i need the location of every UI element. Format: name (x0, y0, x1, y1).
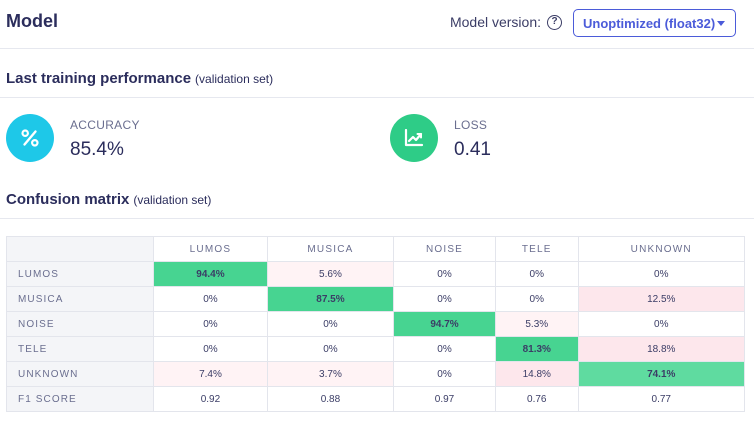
confusion-subtitle: (validation set) (133, 193, 212, 207)
help-icon[interactable]: ? (547, 14, 562, 30)
divider (0, 218, 754, 219)
row-header: MUSICA (6, 286, 154, 312)
f1-score-row: F1 SCORE 0.92 0.88 0.97 0.76 0.77 (6, 386, 745, 412)
divider (0, 48, 754, 49)
matrix-cell: 0% (495, 261, 579, 287)
performance-subtitle: (validation set) (195, 72, 274, 86)
column-header: TELE (495, 236, 579, 262)
table-row: MUSICA 0% 87.5% 0% 0% 12.5% (6, 286, 745, 312)
row-header: UNKNOWN (6, 361, 154, 387)
matrix-cell: 87.5% (266, 286, 394, 312)
matrix-cell: 0% (153, 336, 268, 362)
row-header: TELE (6, 336, 154, 362)
matrix-cell: 74.1% (577, 361, 745, 387)
matrix-cell: 14.8% (495, 361, 579, 387)
matrix-cell: 18.8% (577, 336, 745, 362)
accuracy-metric: ACCURACY 85.4% (6, 114, 140, 162)
column-header: LUMOS (153, 236, 268, 262)
matrix-cell: 0% (392, 261, 497, 287)
accuracy-label: ACCURACY (70, 118, 140, 132)
matrix-cell: 0% (266, 336, 394, 362)
row-header: F1 SCORE (6, 386, 154, 412)
table-row: NOISE 0% 0% 94.7% 5.3% 0% (6, 311, 745, 337)
loss-label: LOSS (454, 118, 488, 132)
matrix-cell: 12.5% (577, 286, 745, 312)
confusion-section-title: Confusion matrix (validation set) (6, 191, 211, 208)
column-header: MUSICA (266, 236, 394, 262)
matrix-cell: 94.4% (153, 261, 268, 287)
table-corner-cell (6, 236, 154, 262)
row-header: NOISE (6, 311, 154, 337)
f1-cell: 0.97 (392, 386, 497, 412)
matrix-cell: 0% (266, 311, 394, 337)
column-header: UNKNOWN (577, 236, 745, 262)
matrix-cell: 5.3% (495, 311, 579, 337)
f1-cell: 0.92 (153, 386, 268, 412)
loss-metric: LOSS 0.41 (390, 114, 491, 162)
model-version-value: Unoptimized (float32) (583, 15, 716, 31)
matrix-cell: 0% (392, 286, 497, 312)
performance-title: Last training performance (6, 70, 192, 87)
trend-chart-icon (390, 114, 438, 162)
matrix-cell: 0% (392, 361, 497, 387)
matrix-cell: 7.4% (153, 361, 268, 387)
matrix-cell: 94.7% (392, 311, 497, 337)
table-header-row: LUMOS MUSICA NOISE TELE UNKNOWN (6, 236, 745, 262)
matrix-cell: 0% (153, 311, 268, 337)
f1-cell: 0.77 (577, 386, 745, 412)
matrix-cell: 0% (392, 336, 497, 362)
row-header: LUMOS (6, 261, 154, 287)
f1-cell: 0.88 (266, 386, 394, 412)
page-header: Model Model version: ? Unoptimized (floa… (0, 0, 754, 48)
matrix-cell: 5.6% (266, 261, 394, 287)
confusion-matrix-table: LUMOS MUSICA NOISE TELE UNKNOWN LUMOS 94… (6, 236, 745, 412)
page-title: Model (6, 11, 58, 31)
column-header: NOISE (392, 236, 497, 262)
divider (0, 97, 754, 98)
table-row: LUMOS 94.4% 5.6% 0% 0% 0% (6, 261, 745, 287)
matrix-cell: 3.7% (266, 361, 394, 387)
matrix-cell: 0% (153, 286, 268, 312)
model-version-label: Model version: (449, 14, 541, 30)
model-version-select[interactable]: Unoptimized (float32) (573, 9, 736, 37)
performance-section-title: Last training performance (validation set… (6, 70, 273, 87)
matrix-cell: 0% (577, 261, 745, 287)
table-row: UNKNOWN 7.4% 3.7% 0% 14.8% 74.1% (6, 361, 745, 387)
f1-cell: 0.76 (495, 386, 579, 412)
table-row: TELE 0% 0% 0% 81.3% 18.8% (6, 336, 745, 362)
matrix-cell: 0% (577, 311, 745, 337)
matrix-cell: 81.3% (495, 336, 579, 362)
caret-down-icon (717, 21, 725, 26)
confusion-title: Confusion matrix (6, 191, 130, 208)
model-version-label-group: Model version: ? (450, 14, 562, 30)
matrix-cell: 0% (495, 286, 579, 312)
accuracy-value: 85.4% (70, 139, 124, 160)
loss-value: 0.41 (454, 139, 491, 160)
percent-icon (6, 114, 54, 162)
